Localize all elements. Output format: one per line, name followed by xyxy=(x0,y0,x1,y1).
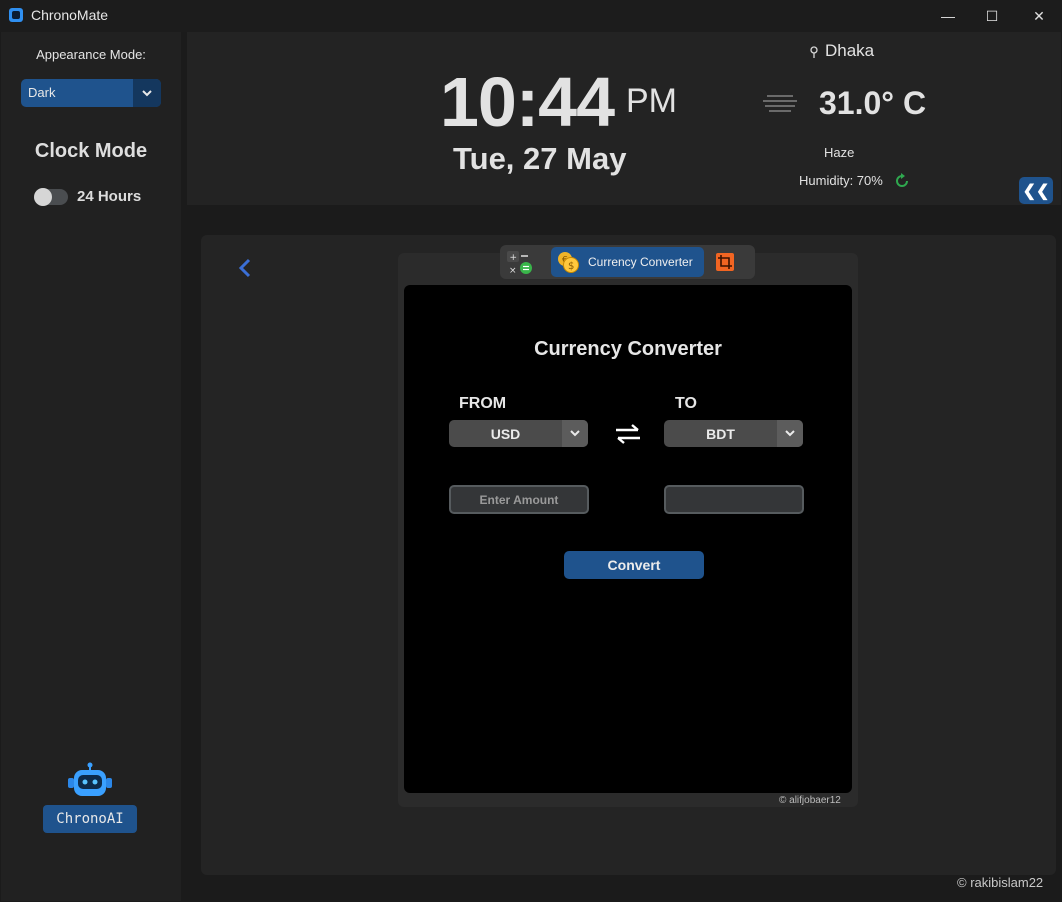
switch-knob xyxy=(34,188,52,206)
collapse-button[interactable]: ❮❮ xyxy=(1019,177,1053,204)
maximize-button[interactable]: ☐ xyxy=(969,0,1015,32)
window-title: ChronoMate xyxy=(31,7,109,23)
svg-text:+: + xyxy=(510,253,518,263)
result-field[interactable] xyxy=(664,485,804,514)
city-name: Dhaka xyxy=(825,41,875,60)
chronoai-button[interactable]: ChronoAI xyxy=(43,805,137,833)
calculator-icon[interactable]: + × xyxy=(506,250,534,276)
title-bar xyxy=(0,0,1062,32)
appearance-mode-label: Appearance Mode: xyxy=(36,47,146,62)
from-label: FROM xyxy=(459,395,507,412)
24-hours-label[interactable]: 24 Hours xyxy=(77,188,141,205)
appearance-mode-value: Dark xyxy=(28,85,56,100)
app-credit: © rakibislam22 xyxy=(957,875,1044,890)
chevron-down-icon[interactable] xyxy=(133,79,161,107)
close-button[interactable]: ✕ xyxy=(1016,0,1062,32)
crop-icon[interactable] xyxy=(716,253,734,271)
coins-icon: € $ xyxy=(556,250,580,274)
pin-icon xyxy=(809,45,819,59)
swap-arrows-icon[interactable] xyxy=(612,421,644,447)
chevron-down-icon[interactable] xyxy=(562,420,588,447)
amount-input[interactable]: Enter Amount xyxy=(449,485,589,514)
tool-credit: © alifjobaer12 xyxy=(779,795,841,806)
converter-title: Currency Converter xyxy=(534,338,722,360)
from-currency-select[interactable]: USD xyxy=(449,420,588,447)
to-currency-select[interactable]: BDT xyxy=(664,420,803,447)
humidity: Humidity: 70% xyxy=(799,173,883,188)
double-chevron-left-icon: ❮❮ xyxy=(1022,182,1050,200)
tab-currency-converter-label: Currency Converter xyxy=(588,255,693,269)
24-hours-switch[interactable] xyxy=(34,188,68,206)
svg-text:$: $ xyxy=(568,261,574,272)
to-label: TO xyxy=(675,395,697,412)
robot-icon[interactable] xyxy=(66,762,114,802)
clock-time: 10:44 xyxy=(440,63,615,141)
clock-ampm: PM xyxy=(626,82,677,120)
svg-text:×: × xyxy=(509,266,517,276)
convert-button[interactable]: Convert xyxy=(564,551,704,579)
app-icon xyxy=(9,8,23,22)
chevron-left-icon[interactable] xyxy=(237,258,253,278)
to-currency-value: BDT xyxy=(706,426,735,442)
clock-mode-title: Clock Mode xyxy=(34,140,148,162)
clock-date: Tue, 27 May xyxy=(453,141,627,176)
from-currency-value: USD xyxy=(490,426,521,442)
minimize-button[interactable]: — xyxy=(925,0,971,32)
chevron-down-icon[interactable] xyxy=(777,420,803,447)
haze-icon xyxy=(763,93,797,115)
refresh-icon[interactable] xyxy=(893,172,911,190)
weather-condition: Haze xyxy=(824,145,855,160)
header-panel xyxy=(187,32,1061,205)
tab-currency-converter[interactable]: € $ Currency Converter xyxy=(551,247,704,277)
appearance-mode-select[interactable]: Dark xyxy=(21,79,161,107)
converter-panel xyxy=(404,285,852,793)
temperature: 31.0° C xyxy=(819,85,927,121)
